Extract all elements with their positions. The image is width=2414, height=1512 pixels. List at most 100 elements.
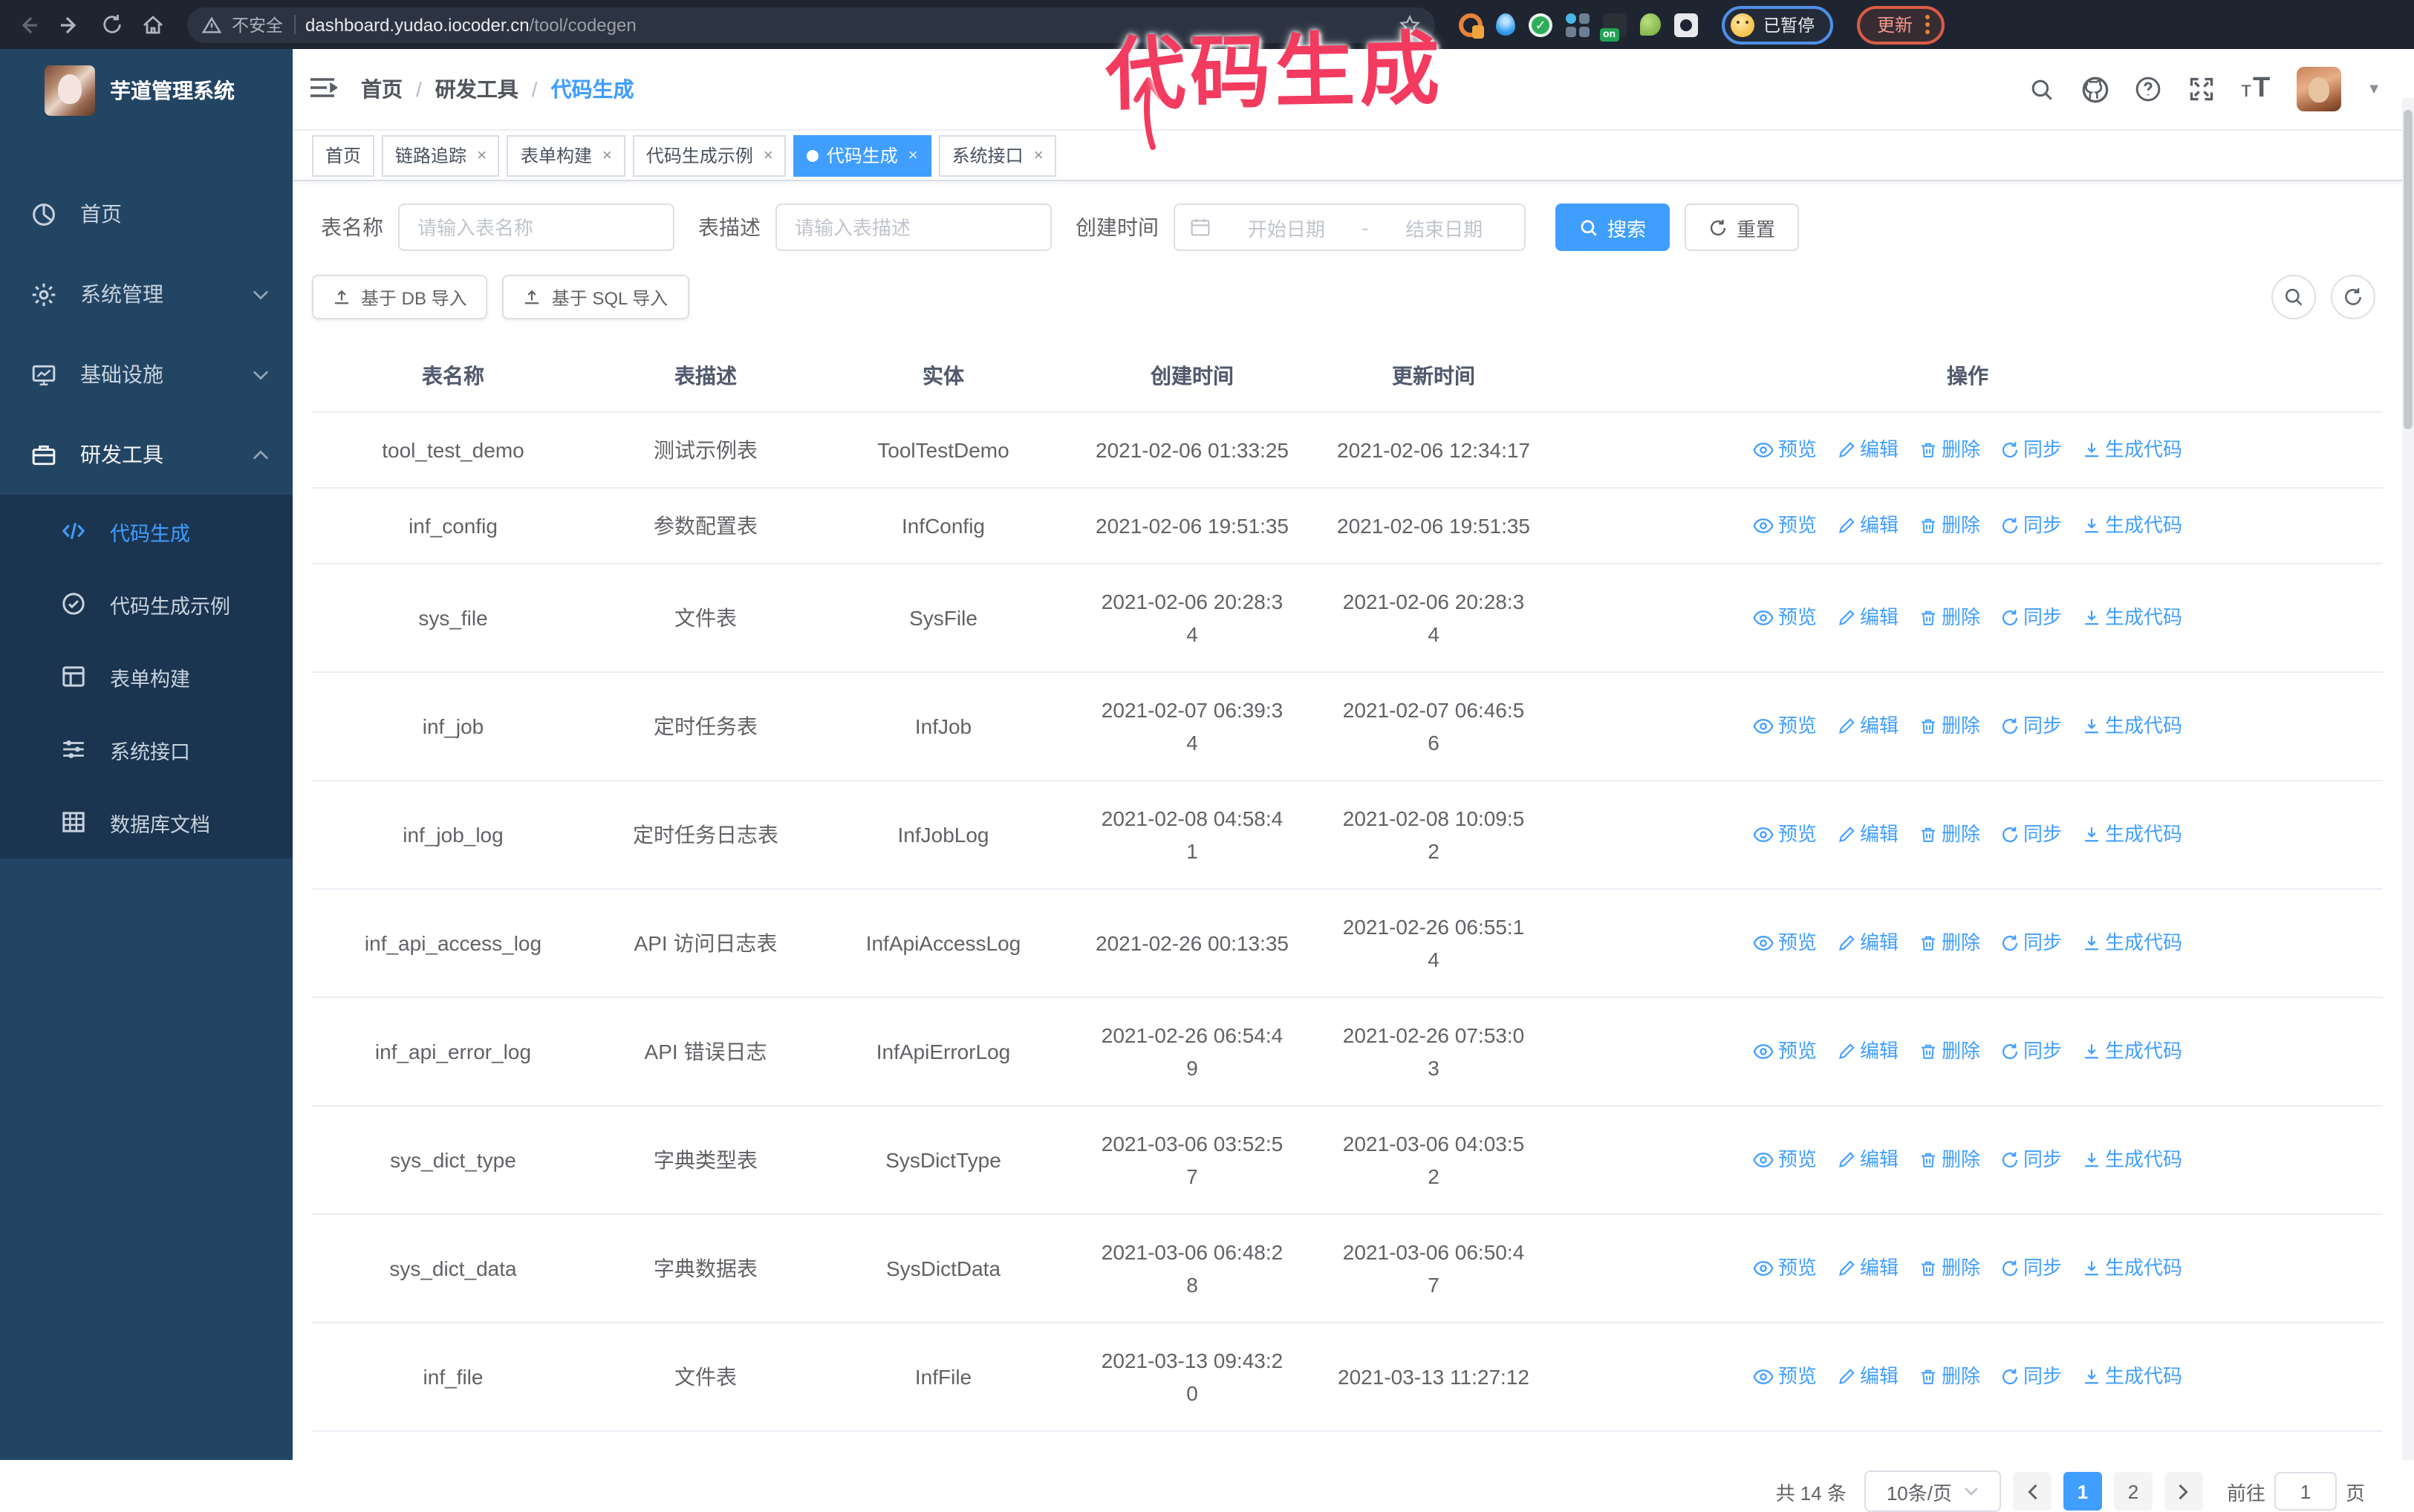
action-download-link[interactable]: 生成代码 (2083, 710, 2182, 743)
action-sync-link[interactable]: 同步 (2001, 1035, 2062, 1068)
header-search-icon[interactable] (2027, 75, 2055, 103)
tab-0[interactable]: 首页 (312, 134, 375, 176)
action-trash-link[interactable]: 删除 (1919, 927, 1980, 959)
breadcrumb-dev-tools[interactable]: 研发工具 (435, 74, 518, 104)
reload-icon[interactable] (95, 8, 128, 41)
font-size-icon[interactable]: тT (2241, 73, 2271, 105)
goto-page-input[interactable] (2274, 1472, 2337, 1511)
action-eye-link[interactable]: 预览 (1753, 1035, 1817, 1068)
action-sync-link[interactable]: 同步 (2001, 710, 2062, 743)
action-download-link[interactable]: 生成代码 (2083, 602, 2182, 634)
sidebar-subitem-1[interactable]: 代码生成示例 (0, 567, 293, 640)
action-download-link[interactable]: 生成代码 (2083, 1144, 2182, 1176)
refresh-table-button[interactable] (2331, 275, 2375, 319)
extension-blue-drop-icon[interactable] (1496, 13, 1515, 36)
table-name-input[interactable] (398, 203, 674, 251)
action-sync-link[interactable]: 同步 (2001, 1144, 2062, 1176)
tab-4[interactable]: 代码生成 × (793, 134, 931, 176)
back-icon[interactable] (12, 8, 45, 41)
sidebar-item-0[interactable]: 首页 (0, 174, 293, 254)
next-page-button[interactable] (2164, 1472, 2203, 1511)
action-trash-link[interactable]: 删除 (1919, 602, 1980, 634)
action-edit-link[interactable]: 编辑 (1838, 434, 1899, 466)
action-trash-link[interactable]: 删除 (1919, 1252, 1980, 1285)
tab-2[interactable]: 表单构建 × (507, 134, 625, 176)
action-download-link[interactable]: 生成代码 (2083, 1035, 2182, 1068)
table-desc-input[interactable] (775, 203, 1052, 251)
action-sync-link[interactable]: 同步 (2001, 1361, 2062, 1393)
sidebar-item-3[interactable]: 研发工具 (0, 414, 293, 495)
reset-button[interactable]: 重置 (1685, 203, 1800, 251)
action-edit-link[interactable]: 编辑 (1838, 710, 1899, 743)
app-logo-row[interactable]: 芋道管理系统 (0, 49, 293, 132)
action-download-link[interactable]: 生成代码 (2083, 1361, 2182, 1393)
tab-1[interactable]: 链路追踪 × (382, 134, 500, 176)
action-sync-link[interactable]: 同步 (2001, 818, 2062, 851)
help-icon[interactable] (2134, 75, 2162, 103)
action-sync-link[interactable]: 同步 (2001, 927, 2062, 959)
page-number-1[interactable]: 1 (2063, 1472, 2102, 1511)
action-trash-link[interactable]: 删除 (1919, 1361, 1980, 1393)
action-edit-link[interactable]: 编辑 (1838, 1361, 1899, 1393)
page-number-2[interactable]: 2 (2113, 1472, 2153, 1511)
extension-grid-icon[interactable] (1566, 13, 1590, 36)
forward-icon[interactable] (53, 8, 86, 41)
action-trash-link[interactable]: 删除 (1919, 1035, 1980, 1068)
user-avatar[interactable] (2297, 67, 2342, 111)
action-sync-link[interactable]: 同步 (2001, 509, 2062, 542)
sidebar-subitem-3[interactable]: 系统接口 (0, 713, 293, 786)
action-eye-link[interactable]: 预览 (1753, 927, 1817, 959)
action-eye-link[interactable]: 预览 (1753, 434, 1817, 466)
window-scrollbar[interactable] (2402, 98, 2414, 1460)
action-eye-link[interactable]: 预览 (1753, 509, 1817, 542)
action-edit-link[interactable]: 编辑 (1838, 1252, 1899, 1285)
action-download-link[interactable]: 生成代码 (2083, 509, 2182, 542)
action-eye-link[interactable]: 预览 (1753, 1361, 1817, 1393)
action-sync-link[interactable]: 同步 (2001, 1252, 2062, 1285)
action-sync-link[interactable]: 同步 (2001, 602, 2062, 634)
search-button[interactable]: 搜索 (1555, 203, 1670, 251)
action-trash-link[interactable]: 删除 (1919, 1144, 1980, 1176)
extension-green-icon[interactable] (1640, 13, 1661, 36)
page-size-select[interactable]: 10条/页 (1864, 1470, 2001, 1512)
close-icon[interactable]: × (477, 146, 487, 164)
action-eye-link[interactable]: 预览 (1753, 1252, 1817, 1285)
end-date-placeholder[interactable]: 结束日期 (1379, 213, 1509, 241)
action-eye-link[interactable]: 预览 (1753, 1144, 1817, 1176)
action-edit-link[interactable]: 编辑 (1838, 602, 1899, 634)
action-edit-link[interactable]: 编辑 (1838, 927, 1899, 959)
tab-3[interactable]: 代码生成示例 × (632, 134, 787, 176)
close-icon[interactable]: × (908, 146, 918, 164)
hamburger-icon[interactable] (308, 73, 340, 105)
sidebar-item-1[interactable]: 系统管理 (0, 254, 293, 334)
avatar-caret-icon[interactable]: ▼ (2366, 81, 2381, 97)
extension-puzzle-icon[interactable] (1674, 13, 1698, 36)
fullscreen-icon[interactable] (2187, 75, 2216, 103)
extension-green-check-icon[interactable]: ✓ (1529, 13, 1552, 36)
action-eye-link[interactable]: 预览 (1753, 818, 1817, 851)
action-download-link[interactable]: 生成代码 (2083, 927, 2182, 959)
action-edit-link[interactable]: 编辑 (1838, 509, 1899, 542)
action-download-link[interactable]: 生成代码 (2083, 1252, 2182, 1285)
github-icon[interactable] (2080, 75, 2109, 103)
action-eye-link[interactable]: 预览 (1753, 710, 1817, 743)
date-range-picker[interactable]: 开始日期 - 结束日期 (1174, 203, 1526, 251)
tab-5[interactable]: 系统接口 × (938, 134, 1057, 176)
import-sql-button[interactable]: 基于 SQL 导入 (502, 275, 689, 319)
home-icon[interactable] (137, 8, 169, 41)
action-trash-link[interactable]: 删除 (1919, 434, 1980, 466)
close-icon[interactable]: × (1034, 146, 1044, 164)
action-sync-link[interactable]: 同步 (2001, 434, 2062, 466)
action-edit-link[interactable]: 编辑 (1838, 1144, 1899, 1176)
action-download-link[interactable]: 生成代码 (2083, 434, 2182, 466)
import-db-button[interactable]: 基于 DB 导入 (312, 275, 488, 319)
sidebar-subitem-0[interactable]: 代码生成 (0, 495, 293, 567)
browser-update-button[interactable]: 更新 (1856, 5, 1945, 44)
extension-orange-icon[interactable] (1459, 13, 1484, 38)
action-download-link[interactable]: 生成代码 (2083, 818, 2182, 851)
close-icon[interactable]: × (602, 146, 612, 164)
close-icon[interactable]: × (764, 146, 773, 164)
action-trash-link[interactable]: 删除 (1919, 818, 1980, 851)
browser-menu-icon[interactable] (1925, 15, 1930, 34)
scrollbar-thumb[interactable] (2404, 110, 2413, 429)
